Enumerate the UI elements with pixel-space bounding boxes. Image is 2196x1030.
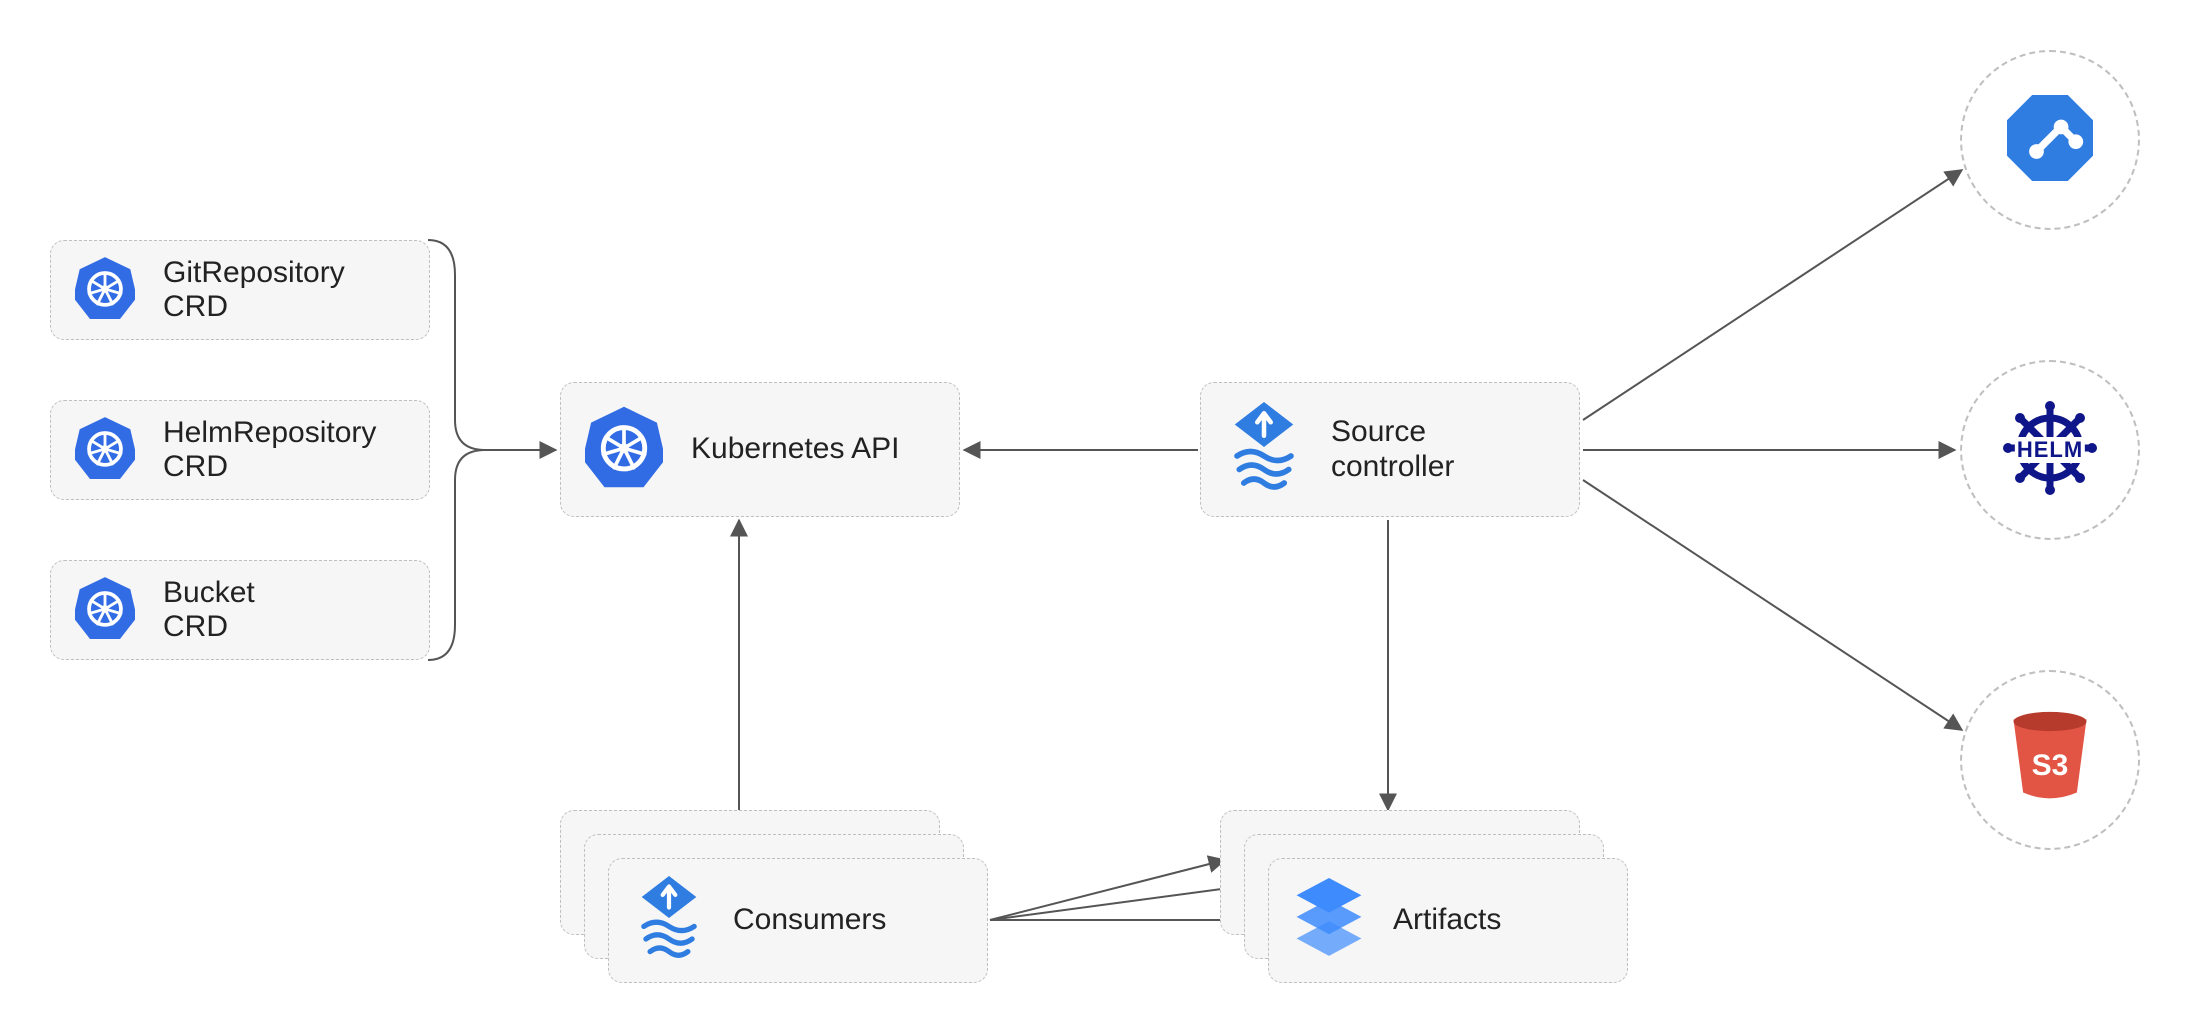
s3-text: S3 (2032, 749, 2069, 783)
s3-icon: S3 (2002, 708, 2098, 813)
source-controller: Source controller (1200, 382, 1580, 517)
source-controller-label: Source controller (1331, 415, 1454, 484)
kubernetes-api-label: Kubernetes API (691, 432, 899, 467)
helm-text: HELM (2015, 437, 2085, 463)
crd-bucket-label: Bucket CRD (163, 576, 255, 645)
kubernetes-icon (75, 255, 135, 326)
crd-gitrepository-label: GitRepository CRD (163, 256, 345, 325)
artifacts-stack: Artifacts (1220, 810, 1628, 985)
consumers-stack: Consumers (560, 810, 988, 985)
kubernetes-api: Kubernetes API (560, 382, 960, 517)
crd-bucket: Bucket CRD (50, 560, 430, 660)
layers-icon (1293, 878, 1365, 963)
consumers-label: Consumers (733, 903, 886, 938)
external-helm: HELM (1960, 360, 2140, 540)
crd-helmrepository: HelmRepository CRD (50, 400, 430, 500)
flux-icon (633, 876, 705, 965)
helm-icon: HELM (2000, 398, 2100, 503)
kubernetes-icon (75, 415, 135, 486)
git-icon (2007, 95, 2093, 186)
kubernetes-icon (585, 404, 663, 495)
crd-gitrepository: GitRepository CRD (50, 240, 430, 340)
crd-helmrepository-label: HelmRepository CRD (163, 416, 376, 485)
connectors (0, 0, 2196, 1030)
external-s3: S3 (1960, 670, 2140, 850)
kubernetes-icon (75, 575, 135, 646)
flux-icon (1225, 402, 1303, 497)
artifacts-label: Artifacts (1393, 903, 1501, 938)
external-git (1960, 50, 2140, 230)
